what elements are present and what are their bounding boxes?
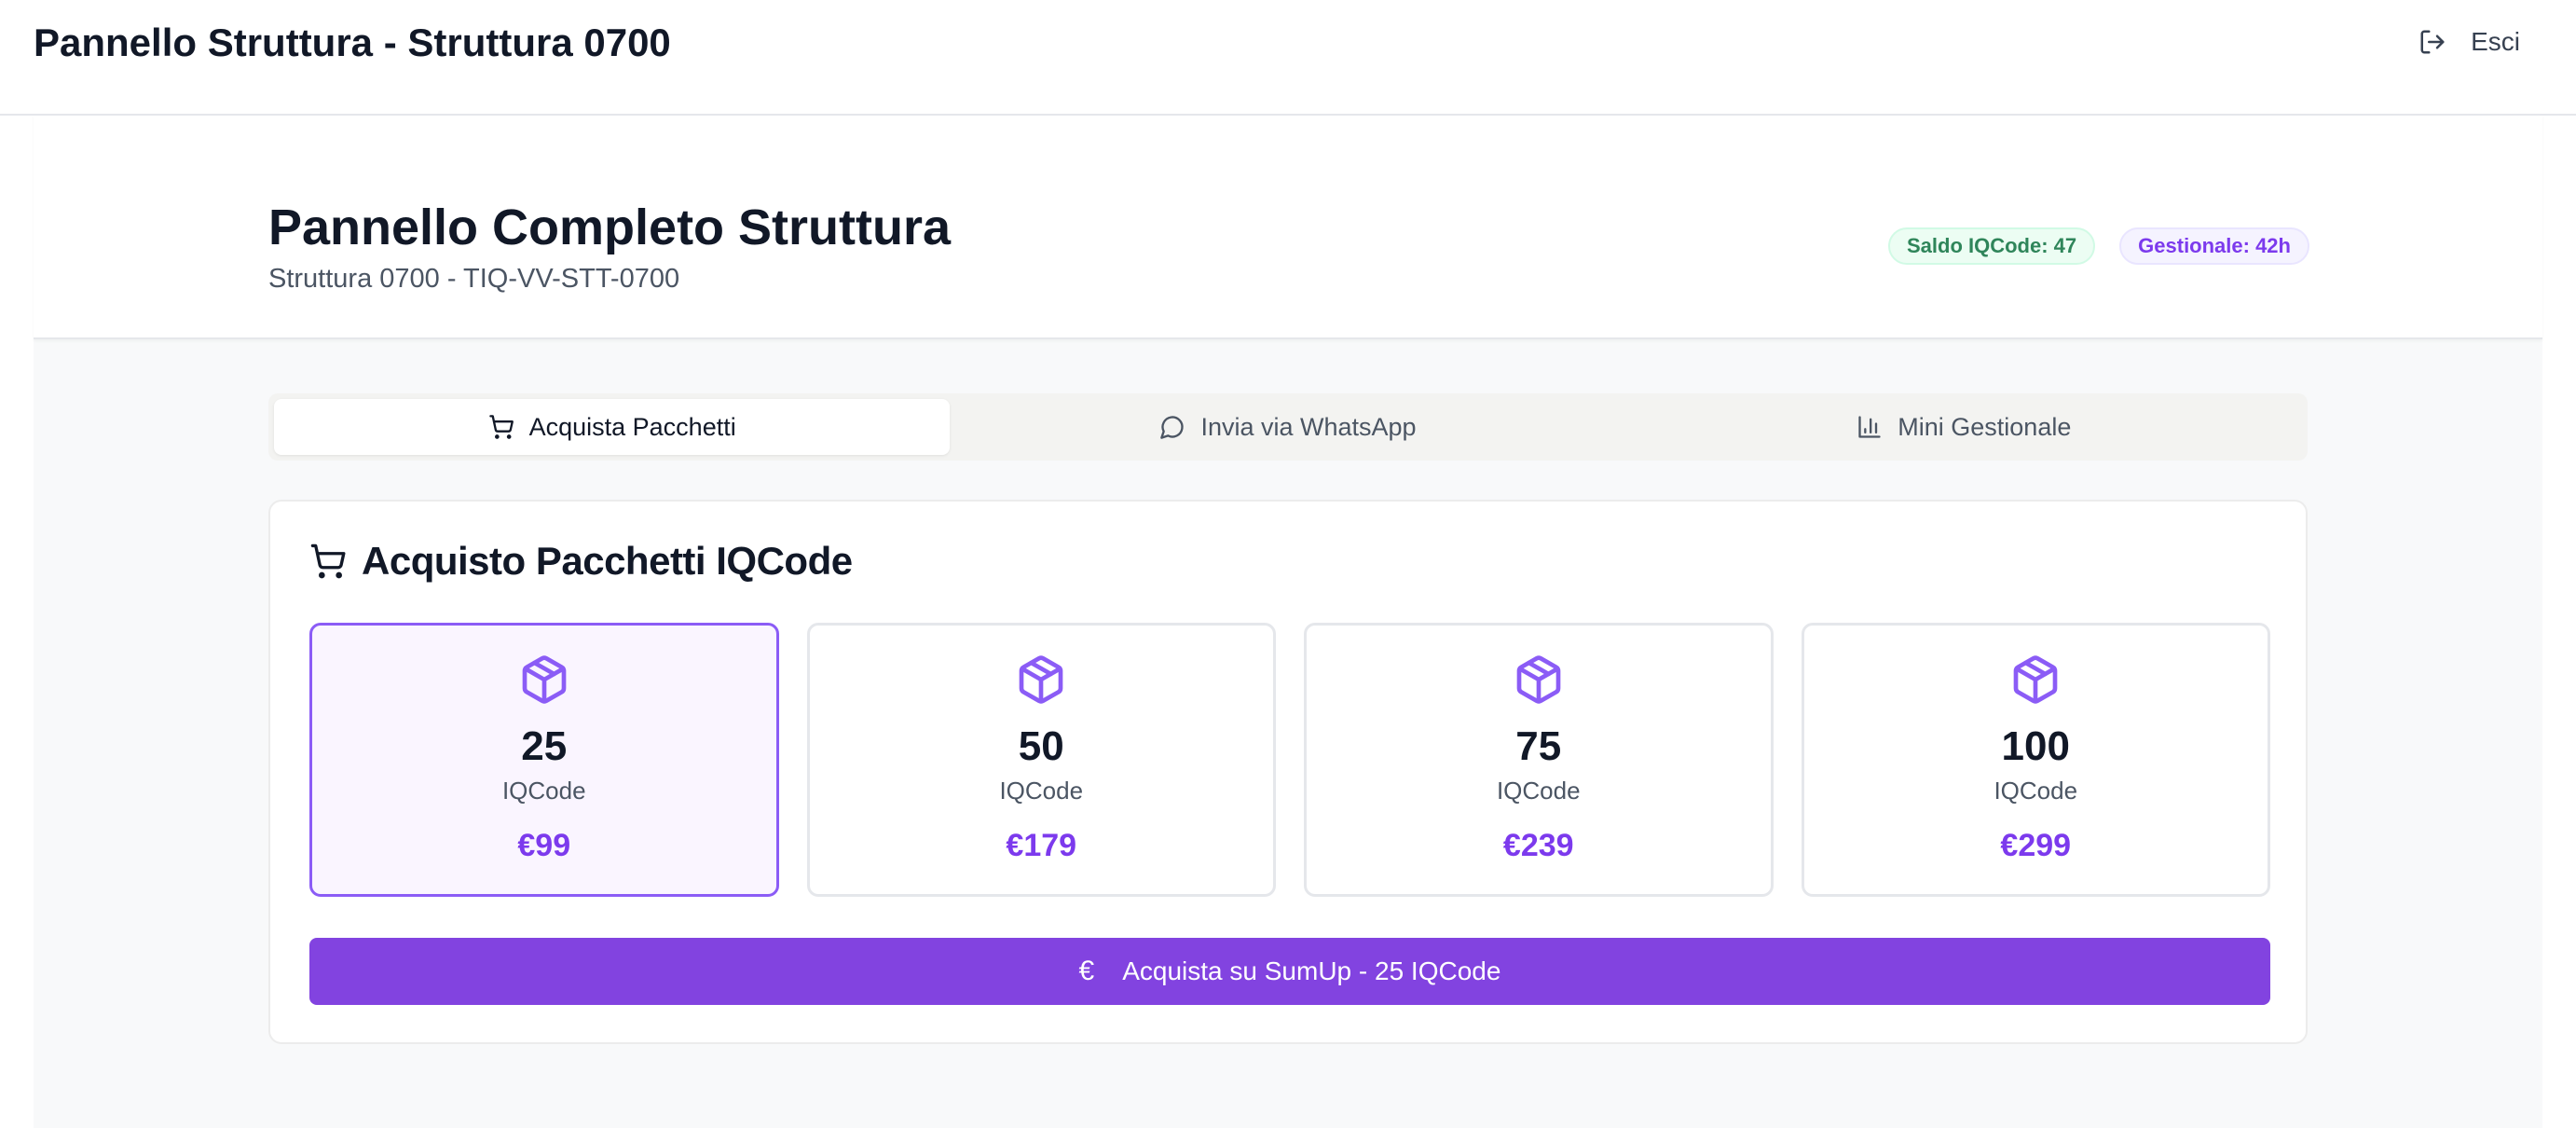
package-card-75[interactable]: 75 IQCode €239 [1304, 623, 1774, 897]
package-price: €179 [1006, 828, 1077, 863]
top-bar: Pannello Struttura - Struttura 0700 Esci [0, 0, 2576, 116]
iqcode-balance-badge: Saldo IQCode: 47 [1888, 227, 2096, 265]
logout-button[interactable]: Esci [2418, 21, 2520, 63]
package-unit: IQCode [1994, 777, 2078, 805]
main-content: Pannello Completo Struttura Struttura 07… [34, 116, 2542, 1128]
cart-icon [488, 415, 514, 439]
page-title: Pannello Completo Struttura [268, 199, 952, 255]
buy-sumup-button[interactable]: € Acquista su SumUp - 25 IQCode [309, 938, 2270, 1005]
package-quantity: 100 [2001, 723, 2070, 769]
card-title-text: Acquisto Pacchetti IQCode [362, 539, 853, 583]
badge-group: Saldo IQCode: 47 Gestionale: 42h [1888, 227, 2309, 265]
package-quantity: 75 [1515, 723, 1562, 769]
tab-label: Mini Gestionale [1898, 412, 2072, 441]
tab-mini-gestionale[interactable]: Mini Gestionale [1626, 399, 2302, 455]
tab-label: Invia via WhatsApp [1200, 412, 1417, 441]
logout-label: Esci [2471, 27, 2520, 56]
package-unit: IQCode [999, 777, 1084, 805]
package-quantity: 50 [1018, 723, 1064, 769]
package-card-100[interactable]: 100 IQCode €299 [1801, 623, 2270, 897]
purchase-card: Acquisto Pacchetti IQCode 25 IQCode €99 … [268, 500, 2308, 1044]
buy-button-label: Acquista su SumUp - 25 IQCode [1122, 956, 1501, 985]
package-icon [2013, 655, 2058, 704]
card-title: Acquisto Pacchetti IQCode [309, 539, 853, 584]
package-list: 25 IQCode €99 50 IQCode €179 75 IQCode €… [309, 623, 2270, 897]
bar-chart-icon [1858, 416, 1881, 438]
euro-icon: € [1078, 956, 1095, 986]
package-icon [522, 655, 567, 704]
package-icon [1516, 655, 1561, 704]
structure-header: Pannello Completo Struttura Struttura 07… [34, 116, 2542, 339]
tab-invia-whatsapp[interactable]: Invia via WhatsApp [950, 399, 1625, 455]
gestionale-hours-badge: Gestionale: 42h [2119, 227, 2309, 265]
package-price: €99 [517, 828, 571, 863]
tab-bar: Acquista Pacchetti Invia via WhatsApp Mi… [268, 393, 2308, 461]
tab-acquista-pacchetti[interactable]: Acquista Pacchetti [274, 399, 951, 455]
package-card-25[interactable]: 25 IQCode €99 [309, 623, 779, 897]
package-quantity: 25 [521, 723, 568, 769]
package-price: €299 [2000, 828, 2072, 863]
package-card-50[interactable]: 50 IQCode €179 [806, 623, 1276, 897]
package-unit: IQCode [501, 777, 586, 805]
message-circle-icon [1160, 416, 1185, 439]
package-price: €239 [1502, 828, 1574, 863]
package-unit: IQCode [1496, 777, 1581, 805]
package-icon [1019, 655, 1063, 704]
cart-icon [310, 543, 346, 579]
app-title: Pannello Struttura - Struttura 0700 [34, 21, 671, 64]
tab-label: Acquista Pacchetti [528, 412, 736, 441]
log-out-icon [2420, 30, 2445, 54]
page-subtitle: Struttura 0700 - TIQ-VV-STT-0700 [268, 264, 680, 294]
